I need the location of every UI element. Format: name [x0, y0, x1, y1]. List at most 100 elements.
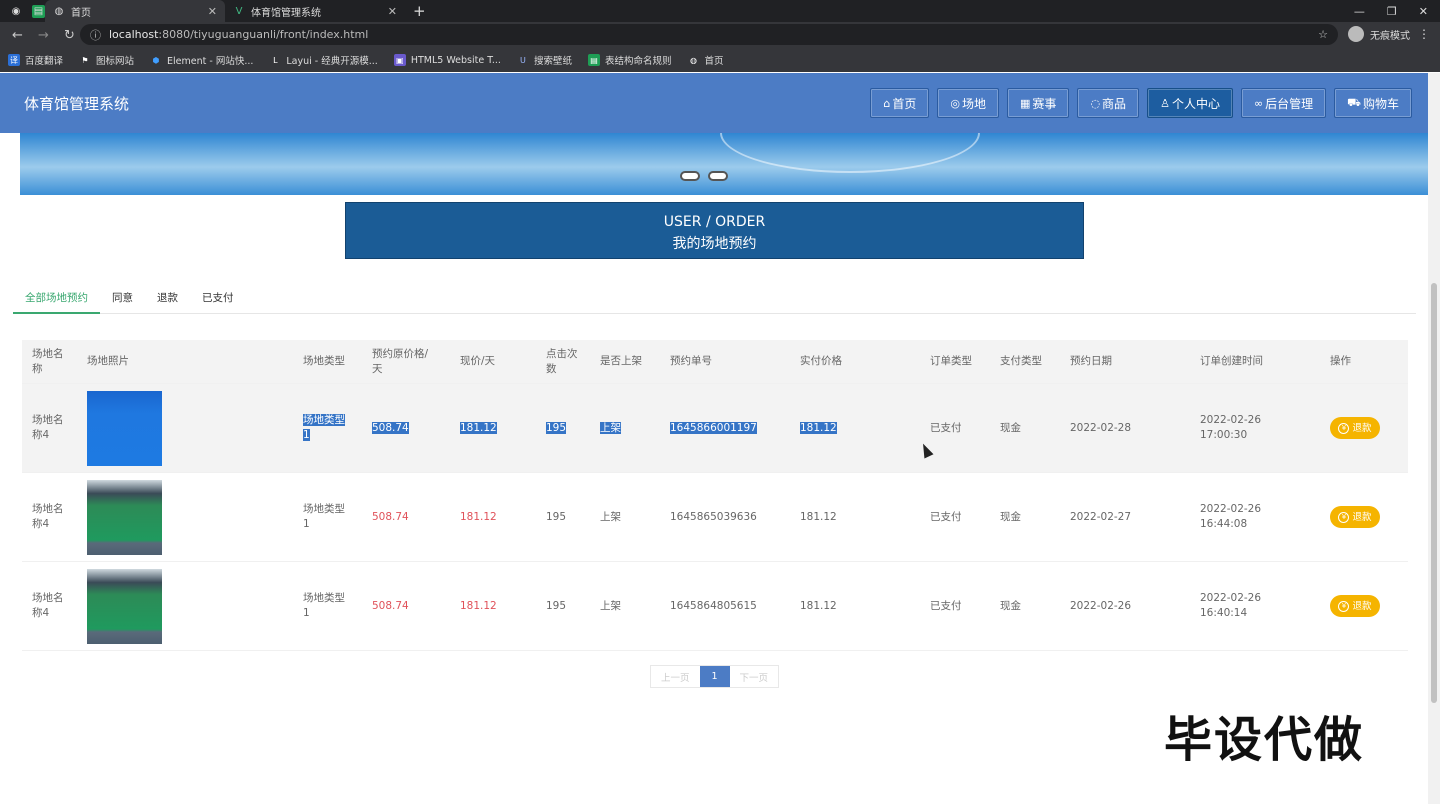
- bookmark-item[interactable]: ⬢ Element - 网站快...: [150, 53, 254, 68]
- bookmark-item[interactable]: ⚑ 图标网站: [79, 53, 134, 68]
- table-row[interactable]: 场地名称4 场地类型1 508.74 181.12 195 上架 1645864…: [22, 562, 1408, 651]
- click-count: 195: [546, 510, 567, 523]
- section-title-box: USER / ORDER 我的场地预约: [345, 202, 1084, 259]
- link-icon: ∞: [1253, 96, 1264, 110]
- column-header: 预约单号: [670, 355, 712, 367]
- menu-icon[interactable]: ⋮: [1418, 27, 1430, 41]
- carousel-dot[interactable]: [708, 171, 728, 181]
- bookmark-label: Layui - 经典开源模...: [286, 56, 378, 67]
- nav-events[interactable]: ▦ 赛事: [1007, 88, 1070, 118]
- bookmark-item[interactable]: 译百度翻译: [8, 53, 63, 67]
- bookmark-label: 首页: [704, 56, 724, 67]
- wallpaper-icon: U: [520, 55, 526, 65]
- close-icon[interactable]: ✕: [388, 5, 397, 18]
- nav-user-center[interactable]: ♙ 个人中心: [1147, 88, 1233, 118]
- restore-icon[interactable]: ❐: [1387, 5, 1397, 18]
- created-time: 2022-02-26 16:44:08: [1200, 503, 1262, 530]
- reload-icon[interactable]: ↻: [64, 28, 78, 43]
- current-price-text: 181.12: [460, 421, 497, 434]
- user-icon: ♙: [1160, 96, 1170, 110]
- url-input[interactable]: ⓘ localhost:8080/tiyuguanguanli/front/in…: [80, 24, 1338, 45]
- yen-icon: ¥: [1338, 600, 1350, 612]
- site-brand[interactable]: 体育馆管理系统: [24, 93, 129, 114]
- refund-button[interactable]: ¥ 退款: [1330, 506, 1390, 528]
- nav-goods[interactable]: ◌ 商品: [1077, 88, 1140, 118]
- venue-type-text: 场地类型1: [303, 414, 345, 441]
- venue-name: 场地名称4: [32, 414, 64, 441]
- current-price: 181.12: [460, 510, 497, 523]
- yen-icon: ¥: [1338, 422, 1350, 434]
- tab-paid[interactable]: 已支付: [190, 288, 246, 314]
- nav-cart[interactable]: ⛟ 购物车: [1334, 88, 1412, 118]
- html5-icon: ▣: [393, 54, 406, 66]
- refund-button[interactable]: ¥ 退款: [1330, 417, 1390, 439]
- incognito-label: 无痕模式: [1370, 30, 1410, 42]
- incognito-icon: [1348, 26, 1364, 42]
- section-title-cn: 我的场地预约: [672, 236, 757, 252]
- tab-all-bookings[interactable]: 全部场地预约: [13, 288, 100, 314]
- chrome-icon[interactable]: ◉: [8, 3, 24, 19]
- address-bar-row: ← → ↻ ⓘ localhost:8080/tiyuguanguanli/fr…: [0, 22, 1440, 48]
- column-header: 场地照片: [87, 355, 129, 367]
- order-number: 1645865039636: [670, 510, 757, 523]
- bookmark-item[interactable]: ◍ 首页: [687, 53, 724, 68]
- close-window-icon[interactable]: ✕: [1419, 5, 1428, 18]
- calendar-icon: ▦: [1020, 96, 1031, 110]
- original-price-text: 508.74: [372, 421, 409, 434]
- nav-label: 购物车: [1362, 96, 1399, 111]
- venue-icon: ◎: [950, 96, 960, 110]
- star-icon[interactable]: ☆: [1318, 28, 1328, 41]
- info-icon[interactable]: ⓘ: [90, 27, 101, 43]
- browser-tab-title: 体育馆管理系统: [251, 7, 321, 19]
- next-page-button[interactable]: 下一页: [730, 666, 779, 687]
- nav-venue[interactable]: ◎ 场地: [937, 88, 1000, 118]
- url-path: :8080/tiyuguanguanli/front/index.html: [158, 28, 369, 41]
- nav-home[interactable]: ⌂ 首页: [870, 88, 930, 118]
- page-scrollbar[interactable]: [1428, 73, 1440, 804]
- bookmark-item[interactable]: U 搜索壁纸: [517, 53, 572, 68]
- column-header: 场地类型: [303, 355, 345, 367]
- close-icon[interactable]: ✕: [208, 5, 217, 18]
- page-number-button[interactable]: 1: [699, 666, 730, 687]
- cart-icon: ⛟: [1347, 95, 1361, 109]
- extension-icon[interactable]: ▤: [32, 4, 45, 18]
- browser-tab-1[interactable]: V 体育馆管理系统 ✕: [225, 0, 405, 22]
- minimize-icon[interactable]: —: [1354, 5, 1365, 18]
- refund-label: 退款: [1352, 600, 1372, 612]
- tab-agreed[interactable]: 同意: [100, 288, 145, 314]
- nav-label: 赛事: [1032, 96, 1057, 111]
- nav-label: 商品: [1102, 96, 1127, 111]
- order-number: 1645866001197: [670, 421, 770, 436]
- original-price: 508.74: [372, 510, 409, 523]
- back-icon[interactable]: ←: [12, 28, 26, 43]
- venue-image: [87, 390, 162, 466]
- scrollbar-thumb[interactable]: [1431, 283, 1437, 703]
- new-tab-icon[interactable]: +: [413, 2, 426, 20]
- carousel-indicators: [680, 171, 728, 181]
- forward-icon[interactable]: →: [38, 28, 52, 43]
- bookmark-item[interactable]: ▤ 表结构命名规则: [587, 53, 671, 67]
- table-row[interactable]: 场地名称4 场地类型1 508.74 181.12 195 上架 1645866…: [22, 384, 1408, 473]
- column-header: 订单类型: [930, 355, 972, 367]
- venue-photo: [87, 479, 162, 555]
- bookmark-item[interactable]: ▣ HTML5 Website T...: [393, 54, 501, 66]
- tab-refund[interactable]: 退款: [145, 288, 190, 314]
- prev-page-button[interactable]: 上一页: [651, 666, 700, 687]
- column-header: 预约日期: [1070, 355, 1112, 367]
- nav-admin[interactable]: ∞ 后台管理: [1240, 88, 1327, 118]
- original-price: 508.74: [372, 421, 434, 436]
- section-title-en: USER / ORDER: [663, 214, 766, 230]
- original-price: 508.74: [372, 599, 409, 612]
- click-count: 195: [546, 599, 567, 612]
- bookmarks-bar: 译百度翻译 ⚑ 图标网站 ⬢ Element - 网站快... L Layui - 经…: [0, 48, 1440, 72]
- column-header: 场地名称: [32, 347, 64, 375]
- paid-amount: 181.12: [800, 421, 860, 436]
- browser-tab-0[interactable]: ◍ 首页 ✕: [45, 0, 225, 22]
- venue-image: [87, 568, 162, 644]
- table-row[interactable]: 场地名称4 场地类型1 508.74 181.12 195 上架 1645865…: [22, 473, 1408, 562]
- payment-type: 现金: [1000, 599, 1021, 612]
- incognito-indicator[interactable]: 无痕模式: [1348, 26, 1410, 42]
- bookmark-item[interactable]: L Layui - 经典开源模...: [269, 53, 378, 68]
- carousel-dot[interactable]: [680, 171, 700, 181]
- refund-button[interactable]: ¥ 退款: [1330, 595, 1390, 617]
